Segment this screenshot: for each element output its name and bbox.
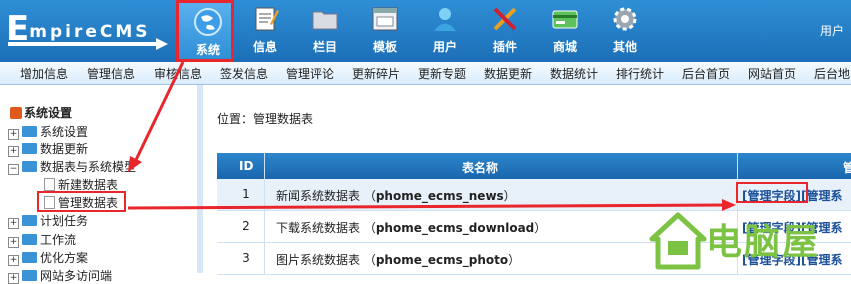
breadcrumb: 位置：管理数据表	[217, 112, 314, 126]
nav-label: 系统	[195, 43, 220, 57]
nav-item-plugin[interactable]: 插件	[476, 0, 534, 62]
header-name: 表名称	[462, 161, 499, 175]
tree-item-system-settings[interactable]: + 系统设置	[8, 123, 88, 140]
submenu-item[interactable]: 增加信息	[20, 65, 68, 82]
expand-icon[interactable]: +	[8, 146, 19, 157]
nav-item-other[interactable]: 其他	[596, 0, 654, 62]
nav-item-column[interactable]: 栏目	[296, 0, 354, 62]
left-tree-panel: 系统设置 + 系统设置 + 数据更新 − 数据表与系统模型 新建数据表 管理数据表 +…	[0, 85, 203, 284]
submenu-bar: 增加信息 管理信息 审核信息 签发信息 管理评论 更新碎片 更新专题 数据更新 …	[0, 62, 851, 85]
submenu-item[interactable]: 后台首页	[682, 65, 730, 82]
nav-item-info[interactable]: 信息	[236, 0, 294, 62]
table-header: ID 表名称 管	[217, 153, 851, 179]
folder-icon	[22, 126, 37, 137]
submenu-item[interactable]: 签发信息	[220, 65, 268, 82]
folder-icon	[312, 11, 338, 30]
submenu-item[interactable]: 管理信息	[87, 65, 135, 82]
logo-underline	[8, 42, 158, 46]
home-icon	[10, 107, 22, 119]
expand-icon[interactable]: +	[8, 237, 19, 248]
window-icon	[372, 7, 398, 31]
logo-arrow-icon	[156, 38, 168, 50]
highlight-box-action	[736, 182, 808, 203]
breadcrumb-current[interactable]: 管理数据表	[253, 112, 313, 126]
card-icon	[552, 10, 578, 29]
tree-item-scheduled[interactable]: + 计划任务	[8, 212, 88, 229]
page-icon	[44, 178, 55, 191]
submenu-item[interactable]: 管理评论	[286, 65, 334, 82]
notepad-icon	[255, 7, 279, 31]
watermark-text: 电脑屋	[706, 222, 821, 263]
expand-icon[interactable]: +	[8, 129, 19, 140]
submenu-item[interactable]: 更新碎片	[352, 65, 400, 82]
tree-item-datatable-model[interactable]: − 数据表与系统模型	[8, 158, 136, 175]
globe-icon	[194, 8, 222, 36]
submenu-item[interactable]: 审核信息	[154, 65, 202, 82]
submenu-item[interactable]: 数据更新	[484, 65, 532, 82]
expand-icon[interactable]: +	[8, 255, 19, 266]
folder-open-icon	[22, 161, 37, 172]
highlight-box-tree	[37, 191, 126, 212]
tools-icon	[493, 7, 517, 31]
submenu-item[interactable]: 更新专题	[418, 65, 466, 82]
nav-label: 商城	[552, 40, 577, 54]
submenu-item[interactable]: 网站首页	[748, 65, 796, 82]
expand-icon[interactable]: +	[8, 218, 19, 229]
user-icon	[434, 8, 456, 31]
submenu-item[interactable]: 数据统计	[550, 65, 598, 82]
submenu-item[interactable]: 排行统计	[616, 65, 664, 82]
nav-label: 模板	[372, 40, 397, 54]
nav-item-system[interactable]: 系统	[176, 0, 234, 62]
top-header: E mpireCMS 系统 信息 栏目 模板 用户 插件 商城 其他 用户	[0, 0, 851, 62]
nav-item-shop[interactable]: 商城	[536, 0, 594, 62]
tree-item-optimize[interactable]: + 优化方案	[8, 249, 88, 266]
tree-title: 系统设置	[10, 104, 72, 121]
nav-item-user[interactable]: 用户	[416, 0, 474, 62]
nav-label: 用户	[432, 40, 457, 54]
header-op: 管	[843, 161, 851, 175]
logo-initial: E	[6, 9, 30, 49]
watermark: 电脑屋	[648, 205, 851, 273]
nav-item-template[interactable]: 模板	[356, 0, 414, 62]
user-label: 用户	[820, 24, 845, 38]
folder-icon	[22, 215, 37, 226]
nav-label: 插件	[492, 40, 517, 54]
folder-icon	[22, 143, 37, 154]
folder-icon	[22, 234, 37, 245]
house-logo-icon	[649, 212, 707, 270]
folder-icon	[22, 252, 37, 263]
tree-item-multi-access[interactable]: + 网站多访问端	[8, 267, 112, 284]
column-divider	[264, 153, 265, 275]
expand-icon[interactable]: +	[8, 273, 19, 284]
tree-item-data-update[interactable]: + 数据更新	[8, 140, 88, 157]
nav-label: 其他	[612, 40, 637, 54]
nav-label: 栏目	[312, 40, 337, 54]
header-id: ID	[239, 159, 254, 173]
collapse-icon[interactable]: −	[8, 164, 19, 175]
nav-label: 信息	[252, 40, 277, 54]
tree-item-new-table[interactable]: 新建数据表	[44, 176, 118, 192]
folder-icon	[22, 270, 37, 281]
submenu-item[interactable]: 后台地	[814, 65, 850, 82]
tree-item-workflow[interactable]: + 工作流	[8, 231, 76, 248]
gear-icon	[613, 7, 637, 31]
